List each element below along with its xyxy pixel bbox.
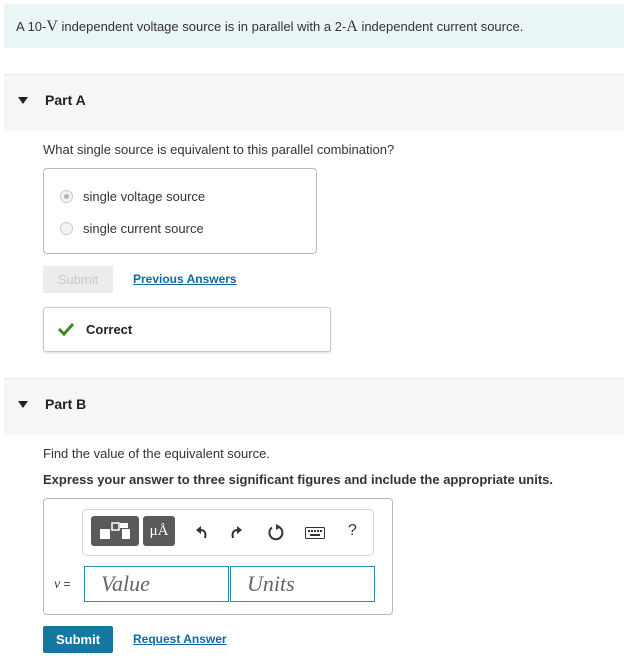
templates-icon [100, 522, 130, 539]
undo-icon[interactable] [193, 524, 209, 543]
part-b-submit-button[interactable]: Submit [43, 626, 113, 653]
part-b-label: Part B [45, 396, 87, 412]
part-a-header[interactable]: Part A [4, 74, 624, 131]
feedback-correct: Correct [43, 307, 331, 352]
choice-voltage-source[interactable]: single voltage source [60, 189, 205, 204]
part-b-header[interactable]: Part B [4, 378, 624, 435]
templates-button[interactable] [91, 516, 139, 546]
part-a-label: Part A [45, 92, 86, 108]
intro-amp-symbol: A [346, 18, 358, 35]
previous-answers-link[interactable]: Previous Answers [133, 272, 237, 286]
redo-icon[interactable] [229, 524, 245, 543]
radio-unselected-icon[interactable] [60, 222, 73, 235]
value-input[interactable] [85, 567, 228, 601]
answer-box: μÅ ? v = [43, 498, 393, 615]
choice-label: single voltage source [83, 189, 206, 204]
math-toolbar: μÅ ? [82, 509, 374, 556]
units-input[interactable] [231, 567, 374, 601]
collapse-caret-icon[interactable] [18, 401, 28, 408]
units-button[interactable]: μÅ [143, 516, 175, 546]
intro-text-1: A 10- [16, 19, 47, 34]
part-b-instruction: Express your answer to three significant… [43, 472, 553, 487]
choice-group: single voltage source single current sou… [43, 168, 317, 254]
intro-text-3: independent current source. [357, 19, 524, 34]
radio-selected-icon[interactable] [60, 190, 73, 203]
variable-label: v = [54, 577, 71, 593]
part-a-question: What single source is equivalent to this… [43, 142, 395, 157]
equals-sign: = [60, 577, 71, 591]
problem-statement: A 10-V independent voltage source is in … [4, 4, 624, 48]
check-icon [57, 322, 75, 339]
reset-icon[interactable] [267, 524, 285, 545]
keyboard-icon[interactable] [305, 527, 325, 542]
choice-label: single current source [83, 221, 204, 236]
units-field[interactable] [230, 566, 375, 602]
help-button[interactable]: ? [348, 522, 357, 540]
feedback-text: Correct [86, 322, 133, 337]
part-b-question: Find the value of the equivalent source. [43, 446, 270, 461]
intro-volt-symbol: V [46, 18, 58, 35]
choice-current-source[interactable]: single current source [60, 221, 204, 236]
value-field[interactable] [84, 566, 229, 602]
request-answer-link[interactable]: Request Answer [133, 632, 227, 646]
collapse-caret-icon[interactable] [18, 97, 28, 104]
part-a-submit-button[interactable]: Submit [43, 266, 113, 293]
intro-text-2: independent voltage source is in paralle… [57, 19, 347, 34]
